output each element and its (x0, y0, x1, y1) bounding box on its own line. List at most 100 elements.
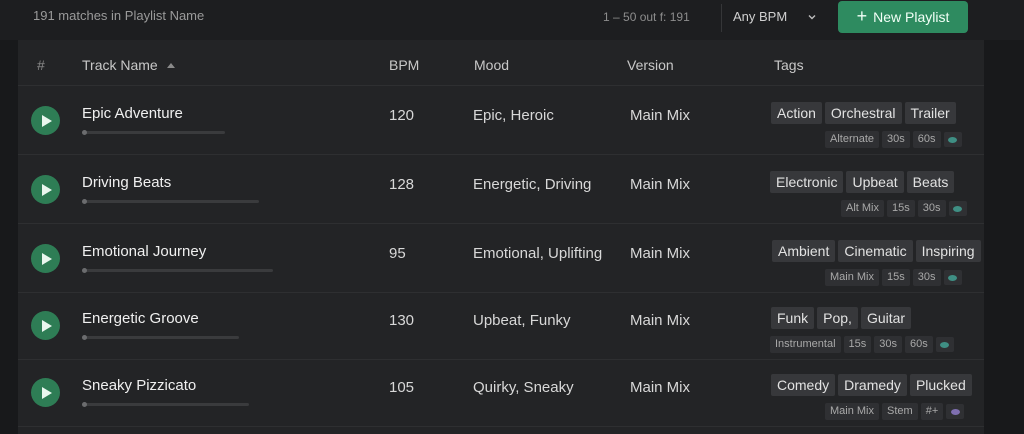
version-list: Main Mix 15s 30s (825, 269, 962, 286)
column-header-version[interactable]: Version (627, 57, 674, 73)
column-header-tags: Tags (774, 57, 804, 73)
toolbar-divider (721, 4, 722, 32)
tag[interactable]: Ambient (772, 240, 836, 262)
play-button[interactable] (31, 311, 60, 340)
preview-icon[interactable] (943, 132, 962, 147)
version-chip[interactable]: Main Mix (825, 269, 880, 286)
column-header-index: # (37, 57, 45, 73)
tag[interactable]: Inspiring (915, 240, 981, 262)
preview-icon[interactable] (946, 404, 965, 419)
play-button[interactable] (31, 378, 60, 407)
track-version: Main Mix (630, 245, 691, 262)
track-bpm: 120 (389, 107, 415, 124)
tag[interactable]: Cinematic (838, 240, 913, 262)
track-mood: Quirky, Sneaky (473, 379, 574, 396)
version-chip[interactable]: 60s (912, 131, 941, 148)
track-version: Main Mix (630, 107, 691, 124)
track-mood: Emotional, Uplifting (473, 245, 603, 262)
version-list: Instrumental 15s 30s 60s (770, 336, 954, 353)
tag[interactable]: Dramedy (838, 374, 907, 396)
version-list: Main Mix Stem #+ (825, 403, 965, 420)
track-bpm: 128 (389, 176, 415, 193)
play-button[interactable] (31, 175, 60, 204)
tag[interactable]: Guitar (860, 307, 912, 329)
progress-knob[interactable] (82, 130, 87, 135)
version-chip[interactable]: 30s (874, 336, 903, 353)
track-bpm: 95 (389, 245, 406, 262)
track-name[interactable]: Emotional Journey (82, 243, 206, 260)
preview-icon[interactable] (935, 337, 954, 352)
tag[interactable]: Pop, (817, 307, 858, 329)
play-icon (41, 319, 52, 332)
track-name[interactable]: Epic Adventure (82, 105, 183, 122)
version-chip[interactable]: 30s (912, 269, 941, 286)
version-chip[interactable]: 15s (887, 200, 915, 217)
waveform-progress[interactable] (82, 268, 273, 273)
waveform-progress[interactable] (82, 199, 259, 204)
track-name[interactable]: Driving Beats (82, 174, 171, 191)
track-version: Main Mix (630, 379, 691, 396)
tag[interactable]: Electronic (770, 171, 844, 193)
track-bpm: 130 (389, 312, 415, 329)
pagination-range: 1 – 50 out f: 191 (603, 10, 690, 24)
waveform-progress[interactable] (82, 130, 225, 135)
version-chip[interactable]: 60s (905, 336, 933, 353)
version-chip[interactable]: Stem (882, 403, 918, 420)
column-header-track-name[interactable]: Track Name (82, 57, 176, 73)
version-chip[interactable]: Alternate (825, 131, 880, 148)
tag[interactable]: Trailer (904, 102, 956, 124)
tag[interactable]: Funk (771, 307, 815, 329)
chevron-down-icon (808, 14, 816, 19)
tag-list: Comedy Dramedy Plucked (771, 374, 972, 396)
bpm-filter-select[interactable]: Any BPM (733, 9, 819, 24)
progress-knob[interactable] (82, 402, 87, 407)
waveform-progress[interactable] (82, 335, 239, 340)
version-list: Alt Mix 15s 30s (841, 200, 967, 217)
table-row[interactable]: Driving Beats 128 Energetic, Driving Mai… (18, 156, 984, 224)
version-chip[interactable]: 15s (882, 269, 910, 286)
progress-knob[interactable] (82, 268, 87, 273)
tag[interactable]: Action (771, 102, 822, 124)
version-chip[interactable]: 30s (882, 131, 910, 148)
track-mood: Epic, Heroic (473, 107, 554, 124)
preview-icon[interactable] (943, 270, 962, 285)
table-row[interactable]: Energetic Groove 130 Upbeat, Funky Main … (18, 292, 984, 360)
track-name[interactable]: Energetic Groove (82, 310, 199, 327)
sort-ascending-icon (166, 63, 175, 68)
table-row[interactable]: Epic Adventure 120 Epic, Heroic Main Mix… (18, 87, 984, 155)
tag[interactable]: Plucked (909, 374, 972, 396)
column-header-bpm[interactable]: BPM (389, 57, 419, 73)
play-button[interactable] (31, 106, 60, 135)
tag[interactable]: Comedy (771, 374, 836, 396)
version-chip[interactable]: Alt Mix (841, 200, 884, 217)
match-count: 191 matches in Playlist Name (33, 8, 205, 23)
waveform-progress[interactable] (82, 402, 249, 407)
progress-knob[interactable] (82, 199, 87, 204)
play-button[interactable] (31, 244, 60, 273)
track-mood: Energetic, Driving (473, 176, 592, 193)
play-icon (41, 183, 52, 196)
tag[interactable]: Beats (906, 171, 955, 193)
column-header-track-name-label: Track Name (82, 57, 158, 73)
play-icon (41, 252, 52, 265)
version-chip[interactable]: 15s (843, 336, 872, 353)
plus-icon: + (856, 6, 868, 26)
table-row[interactable]: Emotional Journey 95 Emotional, Upliftin… (18, 225, 984, 293)
new-playlist-button[interactable]: + New Playlist (838, 1, 968, 33)
table-row[interactable]: Sneaky Pizzicato 105 Quirky, Sneaky Main… (18, 359, 984, 427)
version-chip[interactable]: Main Mix (825, 403, 880, 420)
track-version: Main Mix (630, 312, 691, 329)
tag-list: Funk Pop, Guitar (771, 307, 912, 329)
preview-icon[interactable] (948, 201, 967, 216)
column-header-mood[interactable]: Mood (474, 57, 509, 73)
tag[interactable]: Upbeat (846, 171, 904, 193)
progress-knob[interactable] (82, 335, 87, 340)
version-chip[interactable]: #+ (920, 403, 944, 420)
track-bpm: 105 (389, 379, 415, 396)
tag[interactable]: Orchestral (824, 102, 902, 124)
version-chip[interactable]: 30s (917, 200, 946, 217)
track-name[interactable]: Sneaky Pizzicato (82, 377, 196, 394)
version-chip[interactable]: Instrumental (770, 336, 841, 353)
table-header: # Track Name BPM Mood Version Tags (18, 44, 984, 86)
tag-list: Electronic Upbeat Beats (770, 171, 955, 193)
